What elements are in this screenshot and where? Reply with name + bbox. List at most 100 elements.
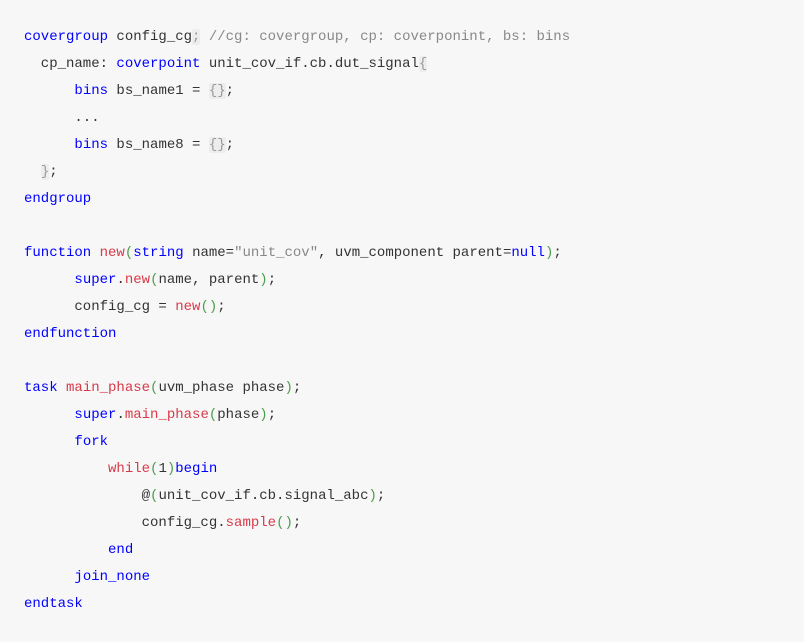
- code-token: [24, 407, 74, 423]
- code-token: [24, 83, 74, 99]
- code-token: function: [24, 245, 91, 261]
- code-token: ;: [268, 407, 276, 423]
- code-token: {}: [209, 83, 226, 99]
- code-token: unit_cov_if.cb.dut_signal: [200, 56, 418, 72]
- code-line: super.main_phase(phase);: [24, 402, 780, 429]
- code-token: name=: [184, 245, 234, 261]
- code-token: main_phase: [66, 380, 150, 396]
- code-token: ;: [268, 272, 276, 288]
- code-token: "unit_cov": [234, 245, 318, 261]
- code-line: function new(string name="unit_cov", uvm…: [24, 240, 780, 267]
- code-token: phase: [217, 407, 259, 423]
- code-token: [24, 272, 74, 288]
- code-token: sample: [226, 515, 276, 531]
- code-line: cp_name: coverpoint unit_cov_if.cb.dut_s…: [24, 51, 780, 78]
- code-line: @(unit_cov_if.cb.signal_abc);: [24, 483, 780, 510]
- code-token: ): [167, 461, 175, 477]
- code-token: ): [259, 272, 267, 288]
- code-block: covergroup config_cg; //cg: covergroup, …: [24, 24, 780, 618]
- code-token: ;: [49, 164, 57, 180]
- code-token: fork: [74, 434, 108, 450]
- code-token: name, parent: [158, 272, 259, 288]
- code-line: [24, 213, 780, 240]
- code-token: [91, 245, 99, 261]
- code-line: endtask: [24, 591, 780, 618]
- code-token: bins: [74, 83, 108, 99]
- code-token: begin: [175, 461, 217, 477]
- code-token: (: [209, 407, 217, 423]
- code-token: main_phase: [125, 407, 209, 423]
- code-line: bins bs_name1 = {};: [24, 78, 780, 105]
- code-line: covergroup config_cg; //cg: covergroup, …: [24, 24, 780, 51]
- code-line: endgroup: [24, 186, 780, 213]
- code-token: while: [108, 461, 150, 477]
- code-token: ;: [217, 299, 225, 315]
- code-token: new: [125, 272, 150, 288]
- code-token: new: [175, 299, 200, 315]
- code-line: fork: [24, 429, 780, 456]
- code-token: (: [125, 245, 133, 261]
- code-token: ;: [226, 137, 234, 153]
- code-token: (): [200, 299, 217, 315]
- code-line: task main_phase(uvm_phase phase);: [24, 375, 780, 402]
- code-token: ;: [553, 245, 561, 261]
- code-line: ...: [24, 105, 780, 132]
- code-token: .: [116, 407, 124, 423]
- code-token: bins: [74, 137, 108, 153]
- code-token: , uvm_component parent=: [318, 245, 511, 261]
- code-line: config_cg = new();: [24, 294, 780, 321]
- code-token: super: [74, 272, 116, 288]
- code-token: [200, 29, 208, 45]
- code-token: }: [41, 164, 49, 180]
- code-token: {}: [209, 137, 226, 153]
- code-token: (): [276, 515, 293, 531]
- code-token: bs_name8 =: [108, 137, 209, 153]
- code-token: //cg: covergroup, cp: coverponint, bs: b…: [209, 29, 570, 45]
- code-token: [24, 164, 41, 180]
- code-token: endgroup: [24, 191, 91, 207]
- code-line: end: [24, 537, 780, 564]
- code-token: cp_name:: [24, 56, 116, 72]
- code-line: join_none: [24, 564, 780, 591]
- code-token: ;: [293, 380, 301, 396]
- code-token: {: [419, 56, 427, 72]
- code-token: coverpoint: [116, 56, 200, 72]
- code-token: ): [368, 488, 376, 504]
- code-token: end: [108, 542, 133, 558]
- code-token: config_cg =: [24, 299, 175, 315]
- code-line: while(1)begin: [24, 456, 780, 483]
- code-token: 1: [158, 461, 166, 477]
- code-token: endfunction: [24, 326, 116, 342]
- code-token: null: [511, 245, 545, 261]
- code-token: .: [116, 272, 124, 288]
- code-token: [58, 380, 66, 396]
- code-token: covergroup: [24, 29, 108, 45]
- code-token: join_none: [74, 569, 150, 585]
- code-token: ;: [293, 515, 301, 531]
- code-token: ): [284, 380, 292, 396]
- code-line: [24, 348, 780, 375]
- code-token: [24, 569, 74, 585]
- code-line: config_cg.sample();: [24, 510, 780, 537]
- code-token: super: [74, 407, 116, 423]
- code-token: [24, 542, 108, 558]
- code-token: config_cg: [108, 29, 192, 45]
- code-token: bs_name1 =: [108, 83, 209, 99]
- code-token: task: [24, 380, 58, 396]
- code-token: ...: [24, 110, 100, 126]
- code-token: [24, 461, 108, 477]
- code-line: super.new(name, parent);: [24, 267, 780, 294]
- code-token: @: [24, 488, 150, 504]
- code-line: };: [24, 159, 780, 186]
- code-token: endtask: [24, 596, 83, 612]
- code-token: [24, 137, 74, 153]
- code-token: new: [100, 245, 125, 261]
- code-token: ;: [226, 83, 234, 99]
- code-token: unit_cov_if.cb.signal_abc: [158, 488, 368, 504]
- code-token: config_cg.: [24, 515, 226, 531]
- code-token: ;: [377, 488, 385, 504]
- code-token: string: [133, 245, 183, 261]
- code-line: endfunction: [24, 321, 780, 348]
- code-token: ): [259, 407, 267, 423]
- code-line: bins bs_name8 = {};: [24, 132, 780, 159]
